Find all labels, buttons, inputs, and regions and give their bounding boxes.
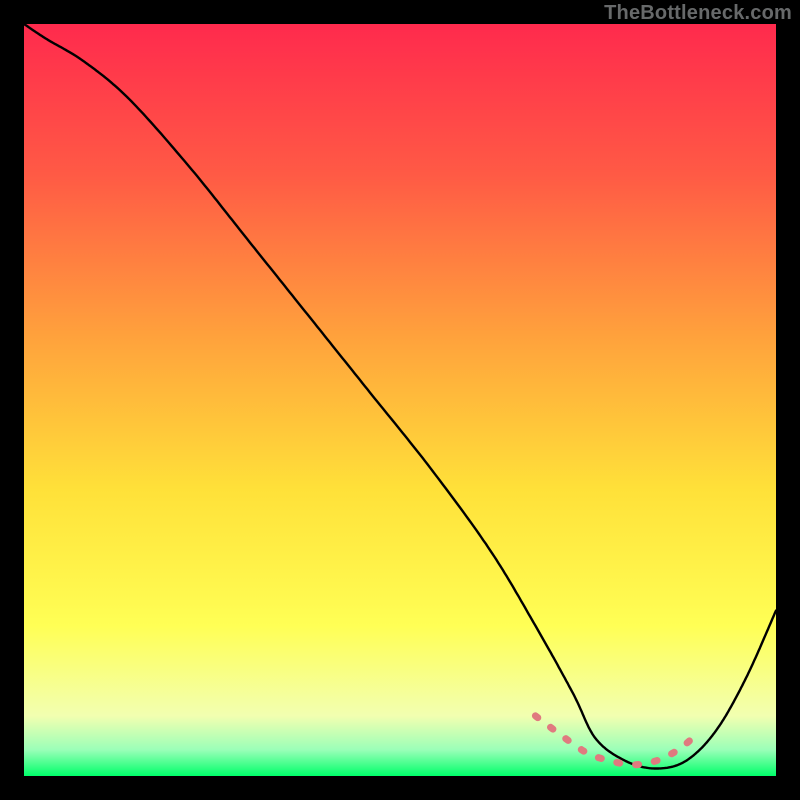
watermark-text: TheBottleneck.com (604, 2, 792, 25)
plot-area (24, 24, 776, 776)
bottleneck-chart (0, 0, 800, 800)
chart-stage: { "watermark": "TheBottleneck.com", "col… (0, 0, 800, 800)
